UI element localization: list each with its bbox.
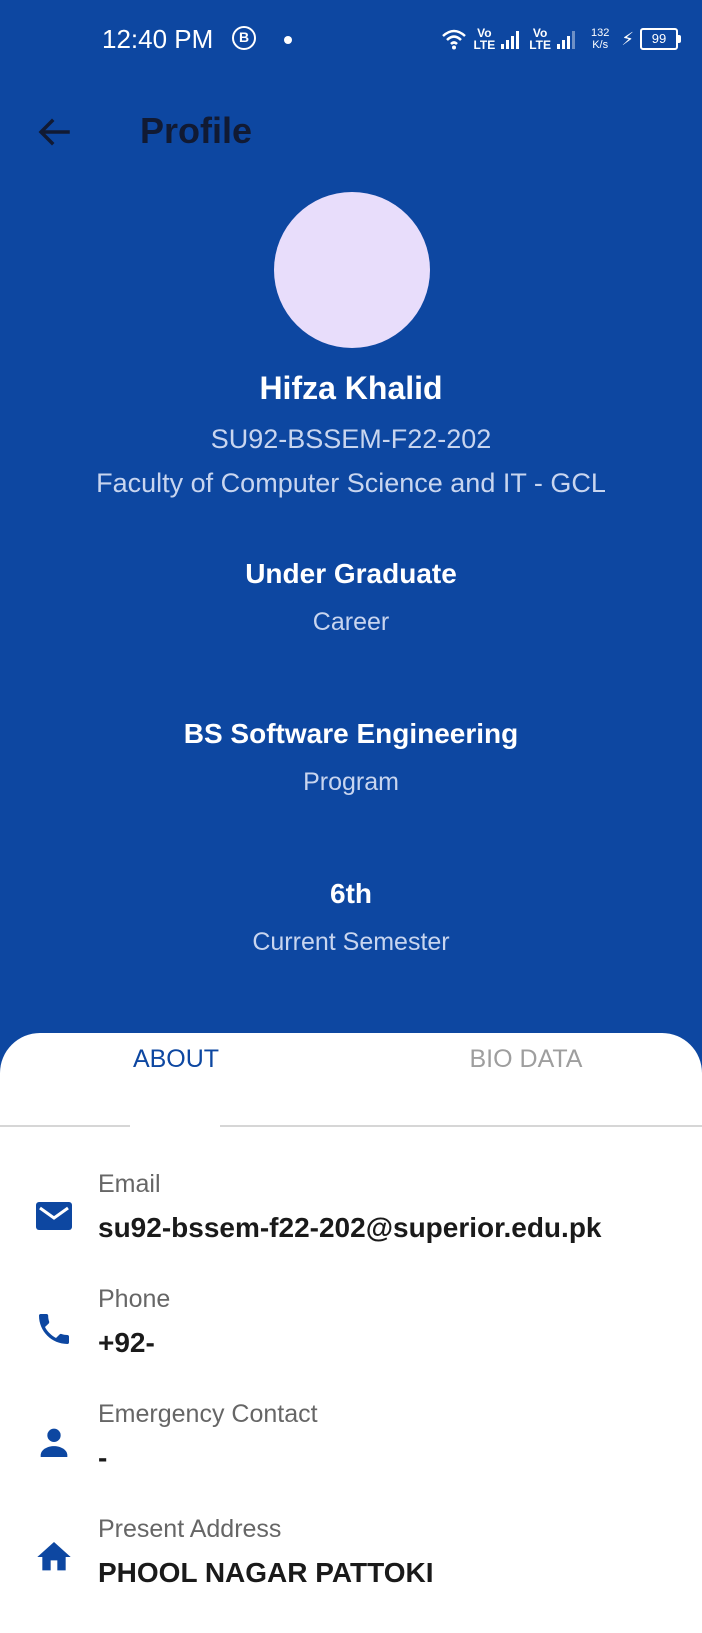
battery-icon: 99 bbox=[640, 28, 681, 50]
network-speed: 132 K/s bbox=[591, 27, 610, 51]
program-value: BS Software Engineering bbox=[183, 718, 519, 749]
notification-dot-icon bbox=[284, 36, 292, 44]
emergency-contact-value: - bbox=[98, 1442, 108, 1473]
volte-icon-2: Vo LTE bbox=[529, 26, 551, 52]
student-name: Hifza Khalid bbox=[259, 370, 443, 406]
status-icons: Vo LTE Vo LTE 132 K/s ⚡ 99 bbox=[441, 22, 681, 56]
tab-about[interactable]: ABOUT bbox=[76, 1045, 276, 1074]
email-icon bbox=[36, 1202, 72, 1230]
arrow-left-icon[interactable] bbox=[34, 112, 74, 152]
tab-bio-data[interactable]: BIO DATA bbox=[426, 1045, 626, 1074]
charging-bolt-icon: ⚡ bbox=[621, 28, 634, 49]
present-address-value: PHOOL NAGAR PATTOKI bbox=[98, 1557, 434, 1588]
career-value: Under Graduate bbox=[245, 558, 457, 589]
phone-icon bbox=[39, 1314, 69, 1344]
signal-bars-icon-1 bbox=[501, 29, 520, 49]
wifi-icon bbox=[442, 29, 467, 50]
present-address-label: Present Address bbox=[98, 1515, 282, 1543]
email-value[interactable]: su92-bssem-f22-202@superior.edu.pk bbox=[98, 1212, 602, 1244]
status-bar: 12:40 PM B Vo LTE Vo LTE 132 K/s ⚡ 99 bbox=[0, 0, 702, 80]
status-time: 12:40 PM bbox=[102, 24, 214, 54]
semester-label: Current Semester bbox=[252, 928, 450, 956]
faculty-name: Faculty of Computer Science and IT - GCL bbox=[96, 468, 606, 498]
registration-number: SU92-BSSEM-F22-202 bbox=[210, 424, 492, 454]
semester-value: 6th bbox=[330, 878, 372, 909]
emergency-contact-label: Emergency Contact bbox=[98, 1400, 318, 1428]
phone-label: Phone bbox=[98, 1285, 171, 1313]
person-icon bbox=[40, 1428, 68, 1457]
page-title: Profile bbox=[140, 110, 253, 151]
phone-value[interactable]: +92- bbox=[98, 1327, 155, 1359]
b-app-icon: B bbox=[232, 26, 256, 50]
avatar bbox=[274, 192, 430, 348]
email-label: Email bbox=[98, 1170, 161, 1198]
program-label: Program bbox=[303, 768, 399, 796]
volte-icon-1: Vo LTE bbox=[473, 26, 496, 52]
signal-bars-icon-2 bbox=[557, 29, 575, 49]
career-label: Career bbox=[312, 608, 390, 636]
tab-divider bbox=[0, 1125, 702, 1127]
home-icon bbox=[37, 1542, 71, 1571]
tab-indicator bbox=[130, 1124, 220, 1128]
